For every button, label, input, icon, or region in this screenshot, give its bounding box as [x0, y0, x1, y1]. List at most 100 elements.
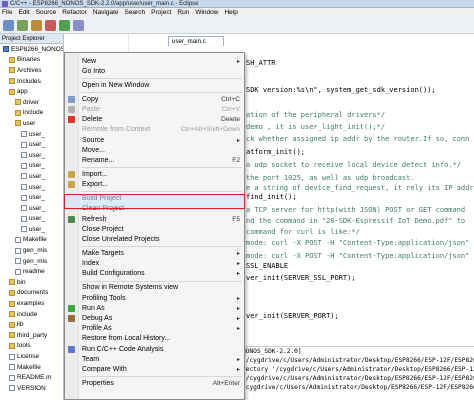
tree-item-label: VERSION — [17, 384, 46, 392]
menu-item-profiling-tools[interactable]: Profiling Tools ▸ — [65, 293, 244, 303]
tree-item-label: include — [17, 310, 38, 318]
search-icon[interactable] — [73, 19, 84, 31]
tree-item[interactable]: user — [0, 118, 63, 129]
tree-item[interactable]: driver — [0, 97, 63, 108]
menu-help[interactable]: Help — [224, 9, 237, 16]
tree-item[interactable]: gen_mis — [0, 256, 63, 267]
file-icon — [21, 152, 27, 159]
refresh-icon — [68, 215, 75, 223]
menu-item-compare-with[interactable]: Compare With ▸ — [65, 364, 244, 374]
tree-item[interactable]: tools — [0, 341, 63, 352]
tree-item[interactable]: user_ — [0, 214, 63, 225]
menu-item-source[interactable]: Source ▸ — [65, 135, 244, 145]
menu-item-label: Delete — [82, 116, 103, 124]
tree-item[interactable]: VERSION — [0, 383, 63, 394]
tree-item[interactable]: gen_mis — [0, 245, 63, 256]
menu-item-new[interactable]: New ▸ — [65, 56, 244, 66]
menu-item-copy[interactable]: Copy Ctrl+C — [65, 94, 244, 104]
debug-icon — [68, 314, 75, 322]
menu-project[interactable]: Project — [151, 9, 171, 16]
tree-item[interactable]: License — [0, 351, 63, 362]
menu-item-restore-from-local-history[interactable]: Restore from Local History... — [65, 334, 244, 344]
tree-item[interactable]: include — [0, 309, 63, 320]
menu-item-run-c-c-code-analysis[interactable]: Run C/C++ Code Analysis — [65, 344, 244, 354]
menu-item-debug-as[interactable]: Debug As ▸ — [65, 313, 244, 323]
tree-item-label: user_ — [29, 194, 45, 202]
code-line: a TCP server for http(with JSON) POST or… — [246, 206, 466, 214]
tree-item[interactable]: README.m — [0, 372, 63, 383]
tree-item[interactable]: documents — [0, 288, 63, 299]
menu-run[interactable]: Run — [177, 9, 189, 16]
code-line: ver_init(SERVER_PORT); — [246, 312, 339, 320]
code-line: SSL_ENABLE — [246, 262, 289, 270]
code-line: atform_init(); — [246, 148, 306, 156]
menu-item-team[interactable]: Team ▸ — [65, 354, 244, 364]
menu-item-build-configurations[interactable]: Build Configurations ▸ — [65, 269, 244, 279]
tree-item[interactable]: Binaries — [0, 55, 63, 66]
tree-item[interactable]: third_party — [0, 330, 63, 341]
project-explorer: Project Explorer ESP8266_NONOS_SDK-2.2.0… — [0, 34, 64, 400]
tree-item[interactable]: user_ — [0, 224, 63, 235]
menu-item-label: Move... — [82, 146, 105, 154]
menu-item-move[interactable]: Move... — [65, 145, 244, 155]
tree-item[interactable]: Archives — [0, 65, 63, 76]
tree-item-label: third_party — [17, 331, 48, 339]
menu-refactor[interactable]: Refactor — [62, 9, 87, 16]
project-explorer-tab[interactable]: Project Explorer — [0, 34, 63, 44]
menu-item-export[interactable]: Export... — [65, 180, 244, 190]
menu-item-import[interactable]: Import... — [65, 169, 244, 179]
menu-item-rename[interactable]: Rename... F2 — [65, 155, 244, 165]
submenu-arrow-icon: ▸ — [236, 366, 240, 373]
tree-item[interactable]: user_ — [0, 203, 63, 214]
menu-item-make-targets[interactable]: Make Targets ▸ — [65, 248, 244, 258]
tree-item[interactable]: user_ — [0, 182, 63, 193]
folder-icon — [9, 342, 15, 349]
build-icon[interactable] — [31, 19, 42, 31]
console-line: "/cygdrive/c/Users/Administrator/Desktop… — [242, 357, 474, 364]
tree-item[interactable]: user_ — [0, 192, 63, 203]
submenu-arrow-icon: ▸ — [236, 271, 240, 278]
tree-item[interactable]: lib — [0, 319, 63, 330]
menu-item-delete[interactable]: Delete Delete — [65, 115, 244, 125]
menu-item-open-in-new-window[interactable]: Open in New Window — [65, 80, 244, 90]
tree-item[interactable]: app — [0, 86, 63, 97]
save-icon[interactable] — [17, 19, 28, 31]
menu-item-profile-as[interactable]: Profile As ▸ — [65, 324, 244, 334]
menu-separator — [81, 167, 242, 169]
menu-item-close-unrelated-projects[interactable]: Close Unrelated Projects — [65, 234, 244, 244]
tree-item[interactable]: readme — [0, 266, 63, 277]
tree-item[interactable]: Makefile — [0, 235, 63, 246]
file-icon — [15, 247, 21, 254]
tree-item[interactable]: examples — [0, 298, 63, 309]
submenu-arrow-icon: ▸ — [236, 58, 240, 65]
menu-edit[interactable]: Edit — [18, 9, 29, 16]
tree-item[interactable]: include — [0, 108, 63, 119]
menu-item-properties[interactable]: Properties Alt+Enter — [65, 378, 244, 388]
menu-item-run-as[interactable]: Run As ▸ — [65, 303, 244, 313]
tree-item[interactable]: user_ — [0, 161, 63, 172]
tree-item[interactable]: user_ — [0, 139, 63, 150]
run-icon[interactable] — [59, 19, 70, 31]
editor-tab-user-main[interactable]: user_main.c — [168, 36, 224, 46]
tree-item[interactable]: Includes — [0, 76, 63, 87]
tree-item[interactable]: user_ — [0, 171, 63, 182]
debug-icon[interactable] — [45, 19, 56, 31]
tree-item[interactable]: user_ — [0, 150, 63, 161]
toolbar — [0, 17, 474, 34]
tree-item-label: Binaries — [17, 56, 41, 64]
menu-source[interactable]: Source — [36, 9, 57, 16]
menu-navigate[interactable]: Navigate — [93, 9, 119, 16]
tree-item[interactable]: bin — [0, 277, 63, 288]
menu-window[interactable]: Window — [195, 9, 218, 16]
menu-item-index[interactable]: Index ▸ — [65, 259, 244, 269]
tree-item[interactable]: user_ — [0, 129, 63, 140]
tree-item[interactable]: Makefile — [0, 362, 63, 373]
new-icon[interactable] — [3, 19, 14, 31]
menu-item-refresh[interactable]: Refresh F5 — [65, 214, 244, 224]
menu-file[interactable]: File — [2, 9, 12, 16]
tree-item[interactable]: ESP8266_NONOS_SDK-2.2.0 — [0, 44, 63, 55]
menu-search[interactable]: Search — [125, 9, 146, 16]
menu-item-show-in-remote-systems-view[interactable]: Show in Remote Systems view — [65, 283, 244, 293]
menu-item-go-into[interactable]: Go Into — [65, 66, 244, 76]
menu-item-close-project[interactable]: Close Project — [65, 224, 244, 234]
